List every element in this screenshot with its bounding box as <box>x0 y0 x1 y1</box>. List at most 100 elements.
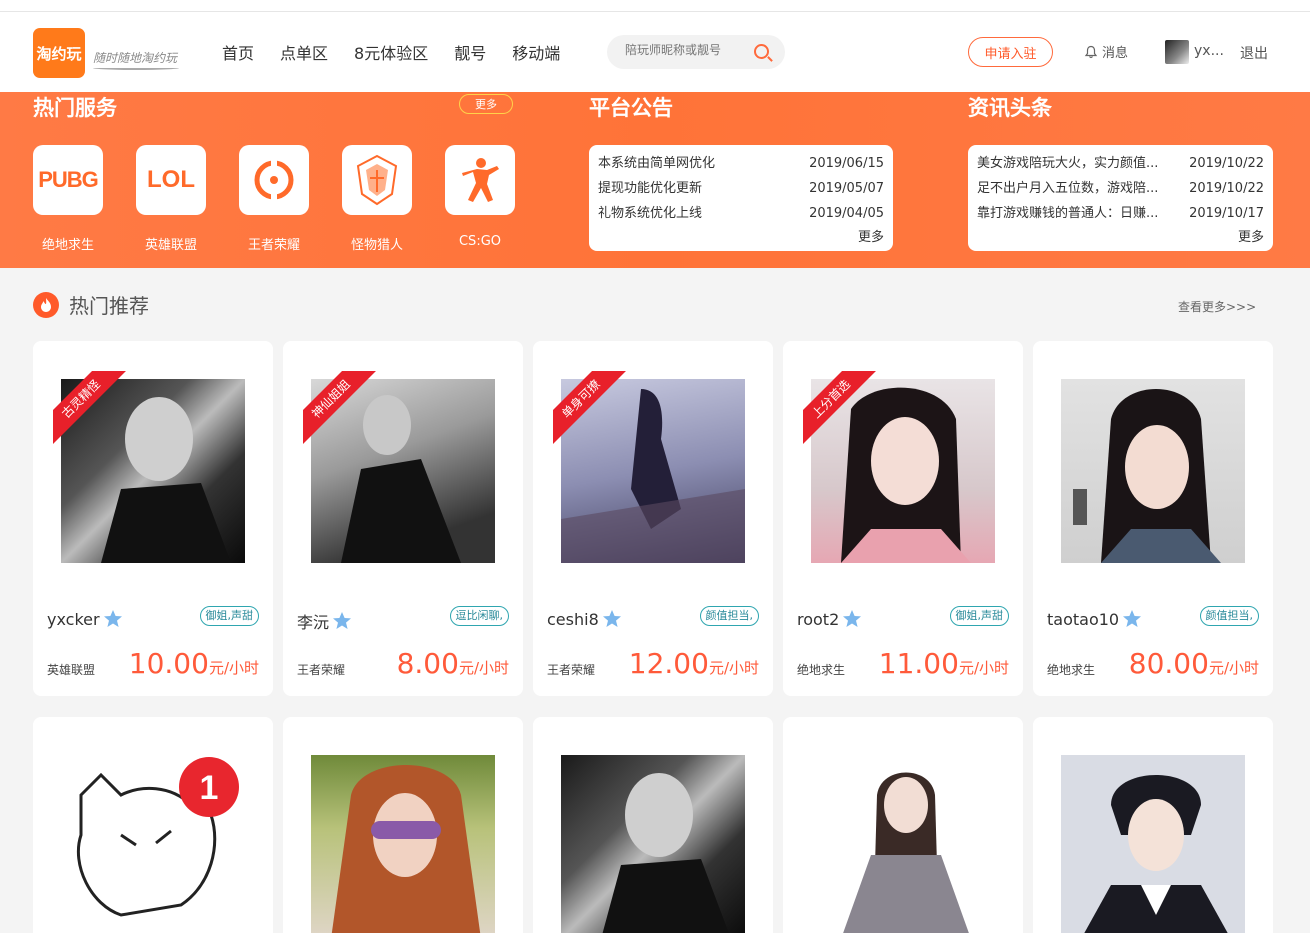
player-name[interactable]: root2 <box>797 609 862 629</box>
main-nav: 首页 点单区 8元体验区 靓号 移动端 <box>222 40 586 64</box>
player-price: 80.00元/小时 <box>1129 647 1259 680</box>
logout-link[interactable]: 退出 <box>1240 43 1268 63</box>
player-card[interactable] <box>783 717 1023 933</box>
verified-star-icon <box>602 610 621 627</box>
player-price: 8.00元/小时 <box>397 647 509 680</box>
ribbon-badge: 上分首选 <box>803 371 885 453</box>
hot-services-title: 热门服务 <box>33 96 117 120</box>
ribbon-badge: 古灵精怪 <box>53 371 135 453</box>
recommend-title: 热门推荐 <box>69 294 149 318</box>
player-tag: 颜值担当, <box>699 606 759 626</box>
announcement-item[interactable]: 礼物系统优化上线 2019/04/05 <box>598 201 884 226</box>
announcement-item[interactable]: 提现功能优化更新 2019/05/07 <box>598 176 884 201</box>
player-card[interactable]: 单身可撩 ceshi8 颜值担当, 王者荣耀 12.00元/小时 <box>533 341 773 696</box>
monster-hunter-icon <box>342 145 412 215</box>
ribbon-text: 单身可撩 <box>553 371 632 450</box>
user-name[interactable]: yx... <box>1194 43 1224 59</box>
announcements-more-link[interactable]: 更多 <box>598 226 884 245</box>
player-game: 王者荣耀 <box>547 663 596 677</box>
player-name-text: yxcker <box>47 609 100 629</box>
player-card[interactable]: 神仙姐姐 李沅 逗比闲聊, 王者荣耀 8.00元/小时 <box>283 341 523 696</box>
nav-mobile[interactable]: 移动端 <box>512 40 560 64</box>
nav-vanity-number[interactable]: 靓号 <box>454 40 486 64</box>
game-item-monster-hunter[interactable]: 怪物猎人 <box>342 145 412 253</box>
player-name[interactable]: taotao10 <box>1047 609 1142 629</box>
player-name[interactable]: ceshi8 <box>547 609 622 629</box>
news-text: 靠打游戏赚钱的普通人：日赚... <box>977 206 1159 221</box>
price-unit: 元/小时 <box>458 659 509 677</box>
announcement-item[interactable]: 本系统由简单网优化 2019/06/15 <box>598 151 884 176</box>
player-card[interactable] <box>533 717 773 933</box>
avatar[interactable] <box>1165 40 1189 64</box>
price-unit: 元/小时 <box>958 659 1009 677</box>
player-photo <box>1061 755 1245 933</box>
player-name-text: ceshi8 <box>547 609 599 629</box>
player-name-text: 李沅 <box>297 613 330 632</box>
price-unit: 元/小时 <box>708 659 759 677</box>
news-more-link[interactable]: 更多 <box>977 226 1264 245</box>
monster-hunter-emblem <box>356 154 398 206</box>
player-game: 英雄联盟 <box>47 663 96 677</box>
lol-icon: LOL <box>136 145 206 215</box>
price-value: 10.00 <box>128 647 209 680</box>
pubg-icon: PUBG <box>33 145 103 215</box>
announcement-date: 2019/04/05 <box>809 206 884 221</box>
player-card[interactable]: 古灵精怪 yxcker 御姐,声甜 英雄联盟 10.00元/小时 <box>33 341 273 696</box>
price-unit: 元/小时 <box>1208 659 1259 677</box>
player-card[interactable] <box>1033 717 1273 933</box>
player-tag: 御姐,声甜 <box>949 606 1009 626</box>
messages-label: 消息 <box>1102 46 1129 61</box>
player-tag: 颜值担当, <box>1199 606 1259 626</box>
services-band: 热门服务 更多 PUBG 绝地求生 LOL 英雄联盟 王者荣耀 怪物猎人 CS:… <box>0 92 1310 268</box>
search-icon[interactable] <box>754 44 769 59</box>
price-value: 11.00 <box>878 647 959 680</box>
player-card[interactable]: 1 <box>33 717 273 933</box>
game-label: 绝地求生 <box>41 238 94 253</box>
notification-badge-text: 1 <box>200 769 219 807</box>
news-item[interactable]: 足不出户月入五位数，游戏陪... 2019/10/22 <box>977 176 1264 201</box>
player-photo: 1 <box>61 755 245 933</box>
logo-slogan: 随时随地淘约玩 <box>93 51 178 65</box>
recommend-header: 热门推荐 <box>33 290 149 319</box>
site-header: 淘约玩 随时随地淘约玩 首页 点单区 8元体验区 靓号 移动端 申请入驻 消息 … <box>0 12 1310 92</box>
logo[interactable]: 淘约玩 <box>33 28 85 78</box>
price-value: 8.00 <box>396 647 459 680</box>
nav-trial-zone[interactable]: 8元体验区 <box>354 40 428 64</box>
game-label: 王者荣耀 <box>247 238 300 253</box>
game-label: 怪物猎人 <box>350 238 403 253</box>
lol-icon-text: LOL <box>147 166 195 193</box>
ribbon-text: 古灵精怪 <box>53 371 132 450</box>
player-name-text: taotao10 <box>1047 609 1120 629</box>
player-card[interactable] <box>283 717 523 933</box>
player-card[interactable]: 上分首选 root2 御姐,声甜 绝地求生 11.00元/小时 <box>783 341 1023 696</box>
cat-sticker-image: 1 <box>76 757 239 917</box>
ribbon-badge: 单身可撩 <box>553 371 635 453</box>
csgo-icon <box>445 145 515 215</box>
player-name[interactable]: 李沅 <box>297 609 352 633</box>
game-item-lol[interactable]: LOL 英雄联盟 <box>136 145 206 253</box>
news-title: 资讯头条 <box>968 96 1052 120</box>
logo-swoosh <box>93 66 179 70</box>
player-name[interactable]: yxcker <box>47 609 123 629</box>
pubg-icon-text: PUBG <box>38 167 99 192</box>
announcement-text: 本系统由简单网优化 <box>598 156 716 171</box>
game-item-pubg[interactable]: PUBG 绝地求生 <box>33 145 103 253</box>
announcement-text: 提现功能优化更新 <box>598 181 703 196</box>
game-item-honor-of-kings[interactable]: 王者荣耀 <box>239 145 309 253</box>
honor-of-kings-icon <box>239 145 309 215</box>
fire-icon <box>33 291 59 318</box>
news-item[interactable]: 美女游戏陪玩大火，实力颜值... 2019/10/22 <box>977 151 1264 176</box>
ribbon-text: 上分首选 <box>803 371 882 450</box>
nav-home[interactable]: 首页 <box>222 40 254 64</box>
game-item-csgo[interactable]: CS:GO <box>445 145 515 253</box>
view-more-link[interactable]: 查看更多>>> <box>1178 298 1256 315</box>
news-item[interactable]: 靠打游戏赚钱的普通人：日赚... 2019/10/17 <box>977 201 1264 226</box>
nav-order-zone[interactable]: 点单区 <box>280 40 328 64</box>
game-label: 英雄联盟 <box>144 238 197 253</box>
player-card[interactable]: taotao10 颜值担当, 绝地求生 80.00元/小时 <box>1033 341 1273 696</box>
search-input[interactable] <box>625 43 745 57</box>
apply-join-button[interactable]: 申请入驻 <box>968 37 1053 67</box>
hot-services-more-button[interactable]: 更多 <box>459 94 513 114</box>
messages-link[interactable]: 消息 <box>1084 42 1128 61</box>
player-photo <box>311 755 495 933</box>
